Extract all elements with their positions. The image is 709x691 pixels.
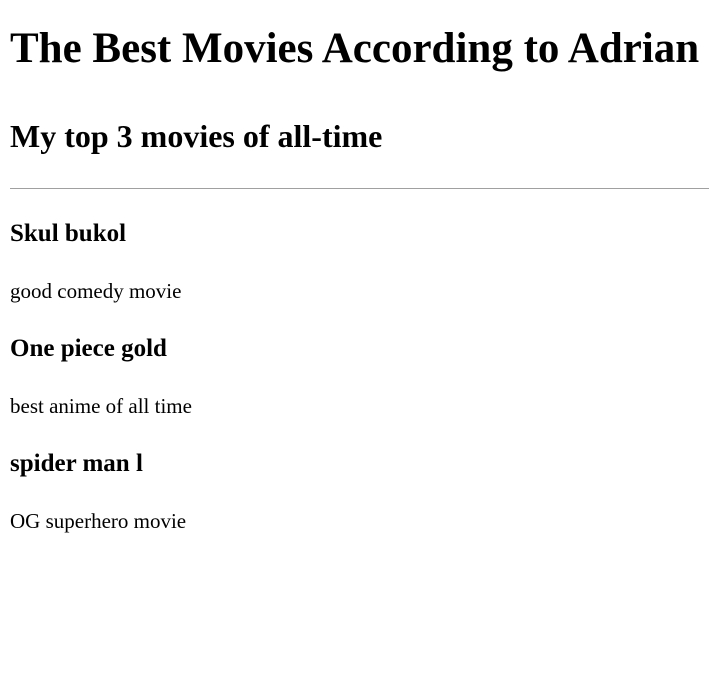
movie-description: good comedy movie	[10, 279, 182, 303]
movie-description: best anime of all time	[10, 394, 192, 418]
movie-title: One piece gold	[10, 335, 167, 362]
divider	[10, 188, 709, 189]
movie-title: spider man l	[10, 450, 143, 477]
movie-item: Skul bukol good comedy movie	[10, 219, 709, 304]
movie-item: spider man l OG superhero movie	[10, 449, 709, 534]
page-title: The Best Movies According to Adrian	[10, 25, 700, 72]
page-content: The Best Movies According to Adrian My t…	[0, 21, 709, 534]
page-subtitle: My top 3 movies of all-time	[10, 118, 383, 154]
movie-title: Skul bukol	[10, 220, 127, 247]
movie-item: One piece gold best anime of all time	[10, 334, 709, 419]
movie-description: OG superhero movie	[10, 509, 187, 533]
